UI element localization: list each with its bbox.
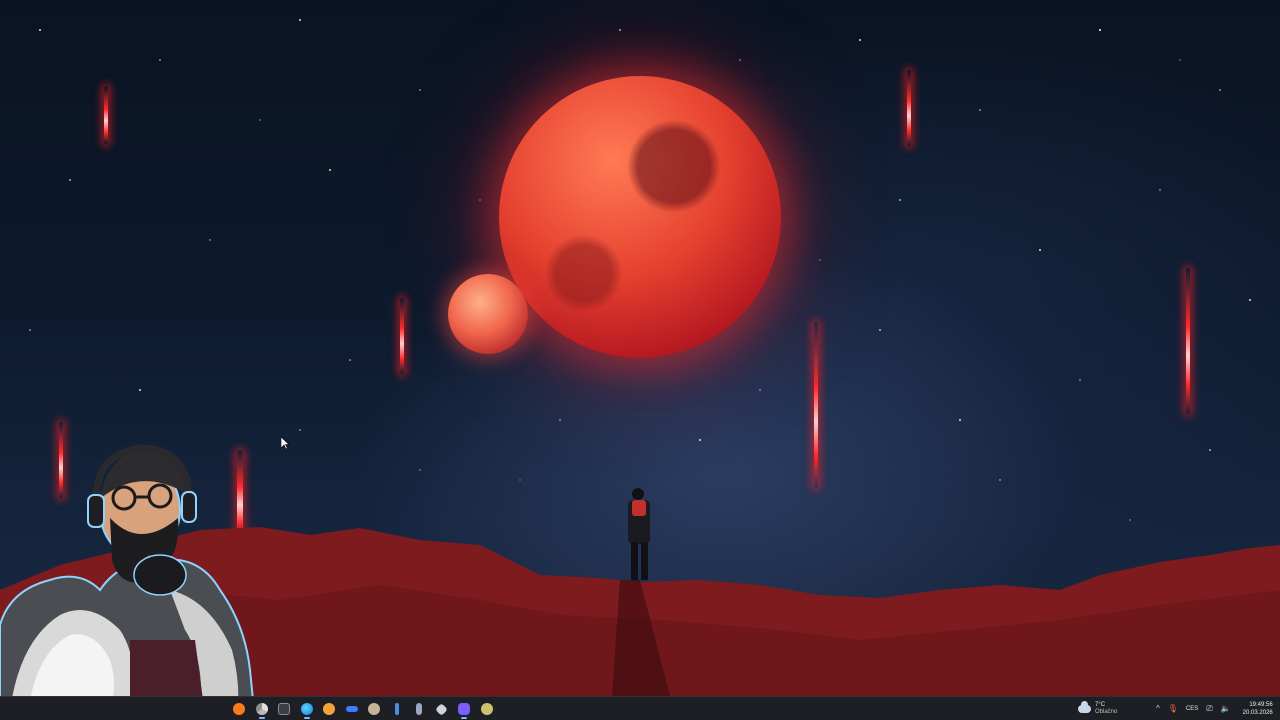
- streamer-avatar: [0, 444, 255, 720]
- system-tray: ^ 🎙 CES ⎚ 🔈 19:49:56 20.03.2026: [1156, 697, 1273, 720]
- media-icon[interactable]: [341, 698, 363, 720]
- clock-date: 20.03.2026: [1242, 710, 1273, 716]
- edge-icon[interactable]: [296, 698, 318, 720]
- info-icon[interactable]: [386, 698, 408, 720]
- weather-temperature: 7°C: [1095, 702, 1106, 708]
- chrome-icon[interactable]: [251, 698, 273, 720]
- input-language[interactable]: CES: [1186, 706, 1198, 712]
- weather-widget[interactable]: 7°C Oblačno: [1078, 699, 1117, 719]
- taskbar-pinned-apps: [228, 697, 498, 720]
- standing-figure: [628, 488, 650, 580]
- chevron-up-icon[interactable]: ^: [1156, 704, 1160, 714]
- cube-icon[interactable]: [431, 698, 453, 720]
- tool-icon[interactable]: [408, 698, 430, 720]
- taskbar-clock[interactable]: 19:49:56 20.03.2026: [1243, 701, 1273, 717]
- weather-condition: Oblačno: [1095, 709, 1118, 715]
- settings-app-icon[interactable]: [363, 698, 385, 720]
- chat-icon[interactable]: [453, 698, 475, 720]
- microphone-icon[interactable]: 🎙: [1168, 704, 1178, 714]
- game-icon[interactable]: [476, 698, 498, 720]
- mouse-cursor-icon: [281, 437, 290, 450]
- firefox-icon[interactable]: [228, 698, 250, 720]
- volume-icon[interactable]: 🔈: [1221, 704, 1231, 714]
- cloud-icon: [1078, 701, 1091, 713]
- taskbar: 7°C Oblačno ^ 🎙 CES ⎚ 🔈 19:49:56 20.03.2…: [0, 696, 1280, 720]
- terminal-icon[interactable]: [273, 698, 295, 720]
- clock-time: 19:49:56: [1249, 702, 1273, 708]
- app-icon[interactable]: [318, 698, 340, 720]
- network-icon[interactable]: ⎚: [1206, 704, 1212, 714]
